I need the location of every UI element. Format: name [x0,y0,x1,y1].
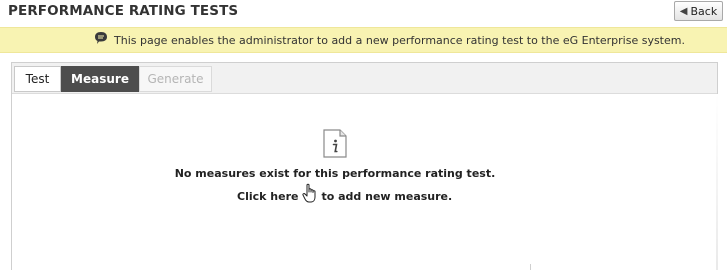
back-button-label: Back [690,4,718,18]
page: PERFORMANCE RATING TESTS ◀ Back This pag… [0,0,727,270]
hand-pointer-icon [302,183,316,203]
main-panel: Test Measure Generate No measures exist … [11,62,718,270]
panel-edge [716,94,718,270]
tab-measure[interactable]: Measure [61,66,139,92]
divider-mark [530,264,531,270]
page-header: PERFORMANCE RATING TESTS ◀ Back [0,0,727,24]
page-title: PERFORMANCE RATING TESTS [8,3,239,19]
add-measure-line: Click here to add new measure. [237,183,453,205]
back-arrow-icon: ◀ [679,5,688,17]
add-measure-suffix: to add new measure. [321,189,453,203]
info-banner: This page enables the administrator to a… [0,27,727,53]
back-button[interactable]: ◀ Back [674,1,723,21]
info-document-icon [323,129,347,158]
banner-text: This page enables the administrator to a… [114,34,685,47]
tab-bar: Test Measure Generate [12,63,717,94]
click-here-link[interactable]: Click here [237,190,298,203]
speech-bubble-icon [95,32,107,44]
tab-test[interactable]: Test [14,66,61,92]
tab-generate: Generate [139,66,212,92]
empty-state-message: No measures exist for this performance r… [174,167,496,180]
